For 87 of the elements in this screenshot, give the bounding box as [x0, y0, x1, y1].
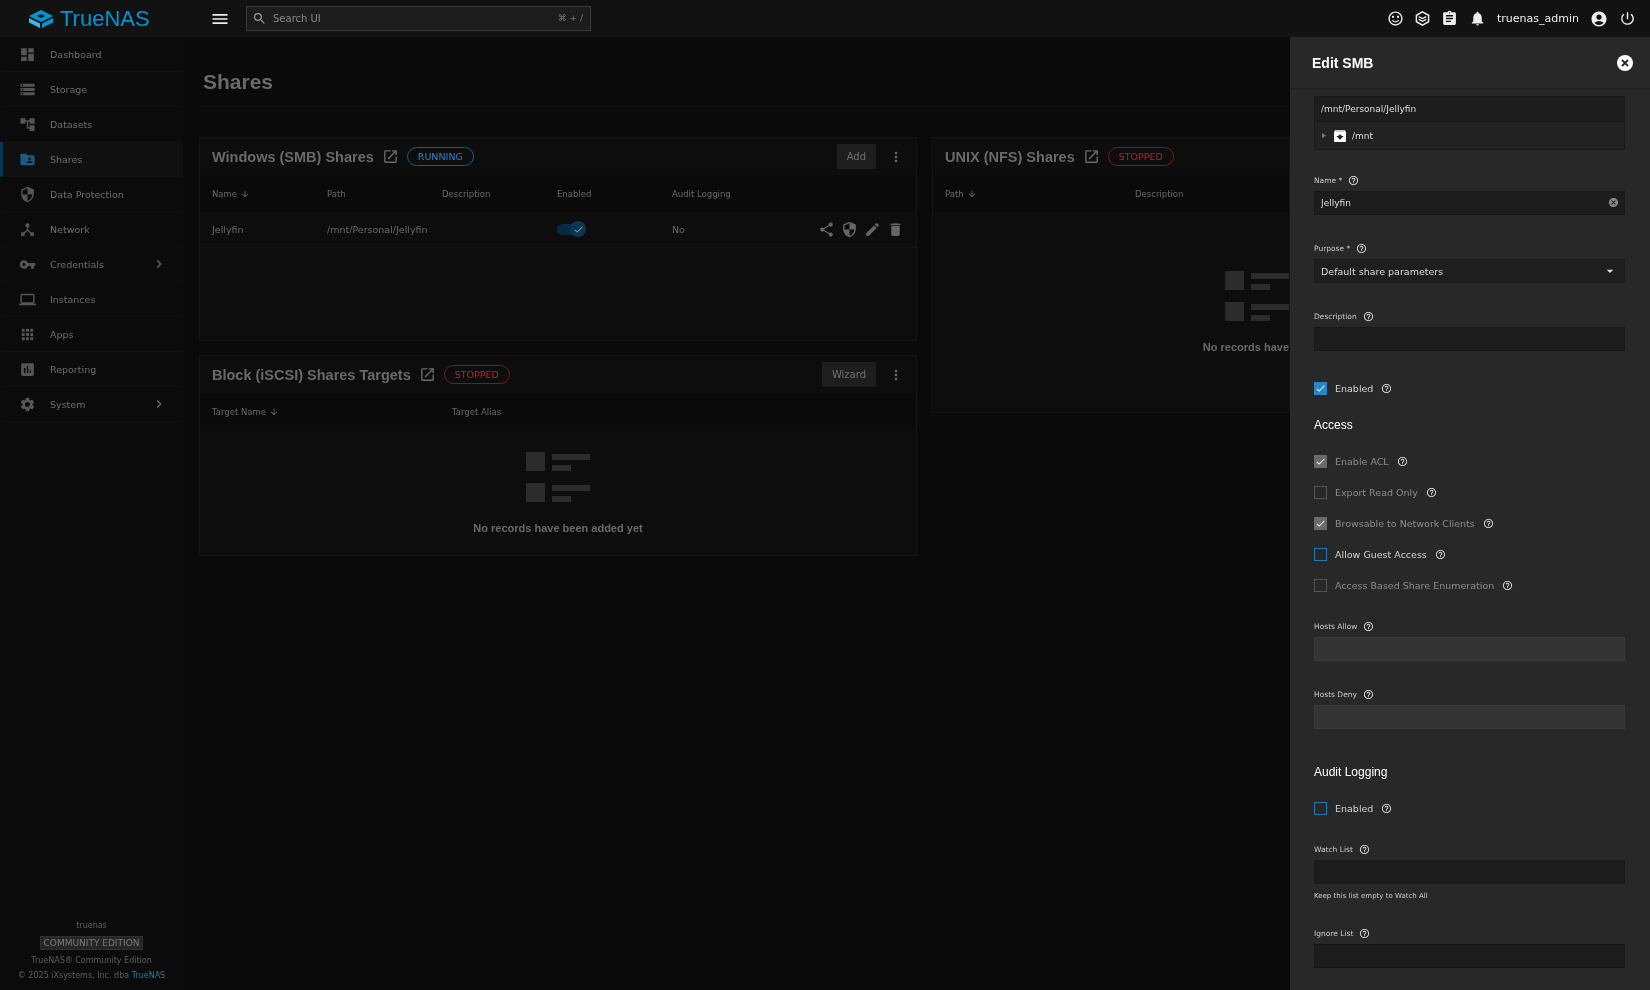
stack-icon[interactable] [1415, 11, 1430, 26]
external-link-icon[interactable] [418, 366, 436, 383]
checkbox-label: Browsable to Network Clients [1335, 517, 1475, 529]
column-header[interactable]: Path [945, 188, 964, 199]
path-field[interactable]: /mnt/Personal/Jellyfin [1315, 97, 1624, 122]
chart-icon [19, 360, 36, 378]
network-icon [19, 220, 36, 238]
edit-icon[interactable] [864, 221, 881, 238]
card-action-button[interactable]: Wizard [821, 362, 876, 387]
checkbox-label: Allow Guest Access [1335, 548, 1427, 560]
help-icon[interactable] [1362, 689, 1374, 700]
checkbox[interactable] [1314, 547, 1327, 561]
column-header[interactable]: Target Name [212, 406, 267, 417]
empty-list-icon [526, 451, 590, 504]
empty-message: No records have [1202, 341, 1289, 353]
settings-icon [19, 395, 36, 413]
help-icon[interactable] [1434, 548, 1446, 560]
expand-arrow-icon [1319, 131, 1328, 140]
section-heading: Audit Logging [1314, 765, 1389, 779]
table-cell-text: /mnt/Personal/Jellyfin [327, 222, 429, 237]
search-icon [252, 11, 267, 26]
nav-item[interactable]: Reporting [0, 352, 183, 387]
column-header[interactable]: Name [212, 188, 238, 199]
tree-icon [19, 115, 36, 133]
user-icon[interactable] [1590, 9, 1608, 28]
table-cell-text: No [672, 222, 686, 237]
checkbox-label: Access Based Share Enumeration [1335, 579, 1495, 591]
input-field[interactable]: Jellyfin [1314, 191, 1625, 215]
empty-message: No records have been added yet [473, 521, 643, 534]
smiley-icon[interactable] [1387, 10, 1404, 27]
help-icon[interactable] [1356, 243, 1368, 254]
drawer-title: Edit SMB [1312, 54, 1375, 71]
nav-item[interactable]: Dashboard [0, 37, 183, 72]
shortcut-hint: ⌘ + / [557, 13, 583, 23]
external-link-icon[interactable] [1082, 148, 1100, 165]
checkbox[interactable] [1314, 801, 1327, 815]
nav-item[interactable]: Shares [0, 142, 183, 177]
help-icon[interactable] [1381, 382, 1393, 394]
shield-icon[interactable] [841, 221, 858, 238]
brand-name: TrueNAS [60, 5, 150, 32]
card-title: Block (iSCSI) Shares Targets [212, 366, 411, 383]
help-icon[interactable] [1363, 621, 1375, 632]
card-title: UNIX (NFS) Shares [945, 148, 1075, 165]
checkbox-label: Enable ACL [1335, 455, 1389, 467]
checkbox[interactable] [1314, 381, 1327, 395]
column-header[interactable]: Target Alias [452, 406, 502, 417]
product-name: TrueNAS® Community Edition [31, 956, 152, 965]
purpose-select[interactable]: Default share parameters [1314, 259, 1625, 283]
section-heading: Access [1314, 418, 1354, 432]
column-header[interactable]: Description [1135, 188, 1184, 199]
tree-node[interactable]: /mnt [1315, 122, 1624, 149]
help-icon[interactable] [1381, 802, 1393, 814]
edition-badge: COMMUNITY EDITION [39, 936, 144, 950]
archive-icon [1332, 127, 1348, 144]
dashboard-icon [19, 45, 36, 63]
card-action-button[interactable]: Add [836, 144, 876, 169]
truenas-link[interactable]: TrueNAS [131, 971, 166, 980]
column-header[interactable]: Enabled [557, 188, 592, 199]
checkbox-label: Export Read Only [1335, 486, 1418, 498]
share-icon[interactable] [818, 221, 835, 238]
help-icon[interactable] [1396, 455, 1408, 467]
help-icon[interactable] [1482, 517, 1494, 529]
help-icon[interactable] [1358, 844, 1370, 855]
help-icon[interactable] [1348, 175, 1360, 186]
column-header[interactable]: Description [442, 188, 491, 199]
bell-icon[interactable] [1469, 10, 1486, 27]
help-icon[interactable] [1362, 311, 1374, 322]
copyright-text: © 2025 iXsystems, Inc. dba TrueNAS [17, 971, 166, 980]
clipboard-icon[interactable] [1441, 10, 1458, 27]
help-icon[interactable] [1359, 928, 1371, 939]
external-link-icon[interactable] [381, 148, 399, 165]
column-header[interactable]: Path [327, 188, 346, 199]
user-name[interactable]: truenas_admin [1497, 12, 1579, 25]
help-icon[interactable] [1425, 486, 1437, 498]
hostname: truenas [76, 921, 107, 930]
clear-icon[interactable] [1608, 197, 1619, 208]
card-title: Windows (SMB) Shares [212, 148, 374, 165]
power-icon[interactable] [1619, 10, 1636, 27]
page-title: Shares [199, 37, 1290, 107]
checkbox-label: Enabled [1335, 802, 1374, 814]
logo-icon [28, 8, 54, 29]
help-icon[interactable] [1502, 579, 1514, 591]
shield-icon [19, 185, 36, 203]
enabled-toggle[interactable] [557, 224, 584, 235]
column-header[interactable]: Audit Logging [672, 188, 731, 199]
table-cell-text: Jellyfin [212, 222, 245, 237]
checkbox-label: Enabled [1335, 382, 1374, 394]
